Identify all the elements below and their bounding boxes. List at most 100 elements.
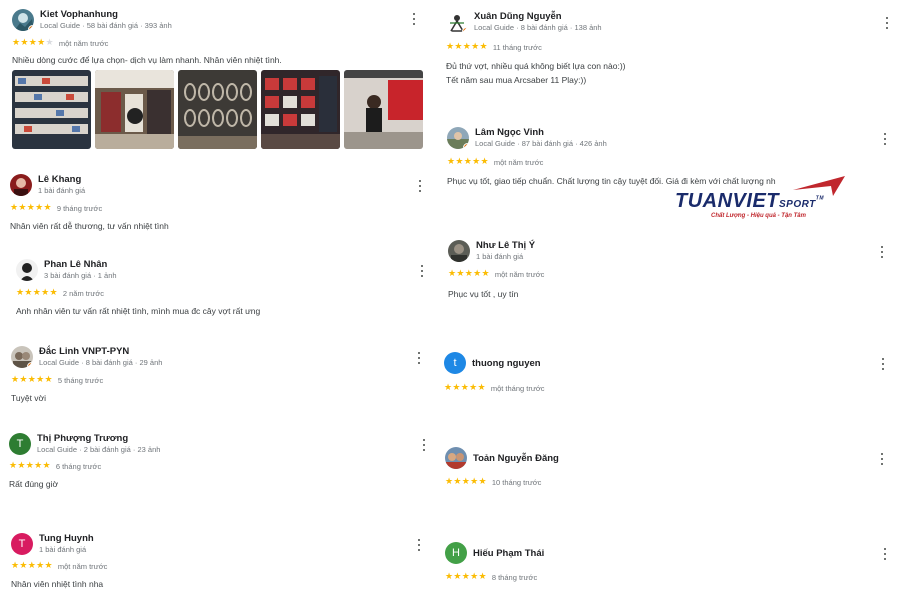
review-header: Như Lê Thị Ý 1 bài đánh giá — [448, 240, 888, 264]
reviewer-name[interactable]: Lê Khang — [38, 174, 81, 185]
reviewer-meta: Local Guide · 8 bài đánh giá · 29 ảnh — [39, 358, 163, 367]
more-options-icon[interactable] — [414, 350, 424, 366]
avatar[interactable]: t — [444, 352, 466, 374]
review-header: Đắc Linh VNPT-PYN Local Guide · 8 bài đá… — [11, 346, 426, 370]
reviewer-name[interactable]: Thị Phượng Trương — [37, 433, 128, 444]
review-time: 2 năm trước — [62, 288, 105, 298]
star-rating: ★★★★★ — [447, 157, 489, 167]
more-options-icon[interactable] — [877, 451, 887, 467]
review-text: Nhân viên rất dễ thương, tư vấn nhiệt tì… — [10, 221, 169, 231]
review-card: Lê Khang 1 bài đánh giá ★★★★★ 9 tháng tr… — [10, 174, 425, 231]
review-time: 10 tháng trước — [491, 477, 542, 487]
review-time: một năm trước — [57, 561, 108, 571]
logo-wordmark: TUANVIETSPORTTM — [675, 190, 824, 213]
reviewer-meta: 1 bài đánh giá — [39, 545, 87, 554]
reviewer-name[interactable]: thuong nguyen — [472, 358, 541, 369]
more-options-icon[interactable] — [409, 11, 419, 27]
review-card: Lâm Ngọc Vinh Local Guide · 87 bài đánh … — [447, 127, 892, 186]
local-guide-badge-icon — [462, 27, 468, 33]
review-time: một năm trước — [494, 269, 545, 279]
star-rating: ★★★★★ — [11, 561, 53, 571]
avatar[interactable] — [445, 447, 467, 469]
logo-tagline: Chất Lượng - Hiệu quả - Tận Tâm — [711, 213, 806, 219]
rating-row: ★★★★★ 11 tháng trước — [446, 41, 542, 53]
reviewer-meta: 1 bài đánh giá — [476, 252, 524, 261]
review-card: Toản Nguyễn Đăng ★★★★★ 10 tháng trước — [445, 447, 890, 487]
review-text: Rất đúng giờ — [9, 479, 59, 489]
review-card: T Thị Phượng Trương Local Guide · 2 bài … — [9, 433, 429, 489]
review-time: 11 tháng trước — [492, 42, 542, 52]
avatar[interactable] — [10, 174, 32, 196]
review-card: Xuân Dũng Nguyễn Local Guide · 8 bài đán… — [446, 11, 892, 85]
review-time: 6 tháng trước — [55, 461, 102, 471]
review-time: 9 tháng trước — [56, 203, 103, 213]
reviewer-name[interactable]: Như Lê Thị Ý — [476, 240, 535, 251]
more-options-icon[interactable] — [415, 178, 425, 194]
reviewer-name[interactable]: Xuân Dũng Nguyễn — [474, 11, 562, 22]
rating-row: ★★★★★ một năm trước — [11, 560, 107, 572]
reviewer-name[interactable]: Kiet Vophanhung — [40, 9, 118, 20]
review-time: 5 tháng trước — [57, 375, 104, 385]
more-options-icon[interactable] — [419, 437, 429, 453]
reviewer-name[interactable]: Tung Huynh — [39, 533, 94, 544]
review-header: T Thị Phượng Trương Local Guide · 2 bài … — [9, 433, 429, 457]
reviewer-name[interactable]: Phan Lê Nhân — [44, 259, 107, 270]
review-photo[interactable] — [12, 70, 91, 149]
local-guide-badge-icon — [27, 362, 33, 368]
local-guide-badge-icon — [463, 143, 469, 149]
avatar[interactable]: H — [445, 542, 467, 564]
reviewer-meta: 3 bài đánh giá · 1 ảnh — [44, 271, 117, 280]
review-card: Đắc Linh VNPT-PYN Local Guide · 8 bài đá… — [11, 346, 426, 403]
avatar[interactable] — [11, 346, 33, 368]
review-text: Đủ thứ vợt, nhiều quá không biết lựa con… — [446, 61, 626, 71]
tuanviet-sport-logo: TUANVIETSPORTTM Chất Lượng - Hiệu quả - … — [673, 176, 853, 224]
avatar[interactable] — [448, 240, 470, 262]
review-card: Phan Lê Nhân 3 bài đánh giá · 1 ảnh ★★★★… — [16, 259, 426, 316]
review-header: H Hiếu Phạm Thái — [445, 542, 893, 566]
rating-row: ★★★★★ 2 năm trước — [16, 287, 104, 299]
review-header: Phan Lê Nhân 3 bài đánh giá · 1 ảnh — [16, 259, 426, 283]
review-card: T Tung Huynh 1 bài đánh giá ★★★★★ một nă… — [11, 533, 426, 589]
more-options-icon[interactable] — [414, 537, 424, 553]
more-options-icon[interactable] — [880, 546, 890, 562]
review-photos — [12, 70, 423, 149]
more-options-icon[interactable] — [878, 356, 888, 372]
star-rating: ★★★★★ — [10, 203, 52, 213]
more-options-icon[interactable] — [417, 263, 427, 279]
star-rating: ★★★★★ — [16, 288, 58, 298]
reviewer-meta: Local Guide · 58 bài đánh giá · 393 ảnh — [40, 21, 172, 30]
review-photo[interactable] — [95, 70, 174, 149]
star-rating: ★★★★★ — [444, 383, 486, 393]
star-rating: ★★★★★ — [11, 375, 53, 385]
review-text: Tuyệt vời — [11, 393, 47, 403]
review-card: Kiet Vophanhung Local Guide · 58 bài đán… — [12, 9, 423, 149]
avatar[interactable] — [12, 9, 34, 31]
avatar[interactable] — [446, 11, 468, 33]
review-time: một năm trước — [58, 38, 109, 48]
review-text: Nhân viên nhiệt tình nha — [11, 579, 104, 589]
logo-tm: TM — [815, 195, 825, 202]
rating-row: ★★★★★ 5 tháng trước — [11, 374, 103, 386]
review-text: Tết năm sau mua Arcsaber 11 Play:)) — [446, 75, 587, 85]
reviewer-meta: 1 bài đánh giá — [38, 186, 86, 195]
rating-row: ★★★★★ 10 tháng trước — [445, 476, 541, 488]
rating-row: ★★★★★ một năm trước — [12, 37, 108, 49]
reviewer-name[interactable]: Hiếu Phạm Thái — [473, 548, 544, 559]
review-photo[interactable] — [178, 70, 257, 149]
rating-row: ★★★★★ một tháng trước — [444, 382, 545, 394]
more-options-icon[interactable] — [880, 131, 890, 147]
review-photo[interactable] — [344, 70, 423, 149]
avatar[interactable]: T — [11, 533, 33, 555]
star-rating: ★★★★★ — [9, 461, 51, 471]
reviewer-name[interactable]: Đắc Linh VNPT-PYN — [39, 346, 129, 357]
more-options-icon[interactable] — [882, 15, 892, 31]
avatar[interactable] — [447, 127, 469, 149]
review-photo[interactable] — [261, 70, 340, 149]
avatar[interactable]: T — [9, 433, 31, 455]
star-rating: ★★★★★ — [12, 38, 54, 48]
avatar[interactable] — [16, 259, 38, 281]
more-options-icon[interactable] — [877, 244, 887, 260]
reviewer-name[interactable]: Lâm Ngọc Vinh — [475, 127, 544, 138]
reviewer-meta: Local Guide · 8 bài đánh giá · 138 ảnh — [474, 23, 602, 32]
reviewer-name[interactable]: Toản Nguyễn Đăng — [473, 453, 559, 464]
